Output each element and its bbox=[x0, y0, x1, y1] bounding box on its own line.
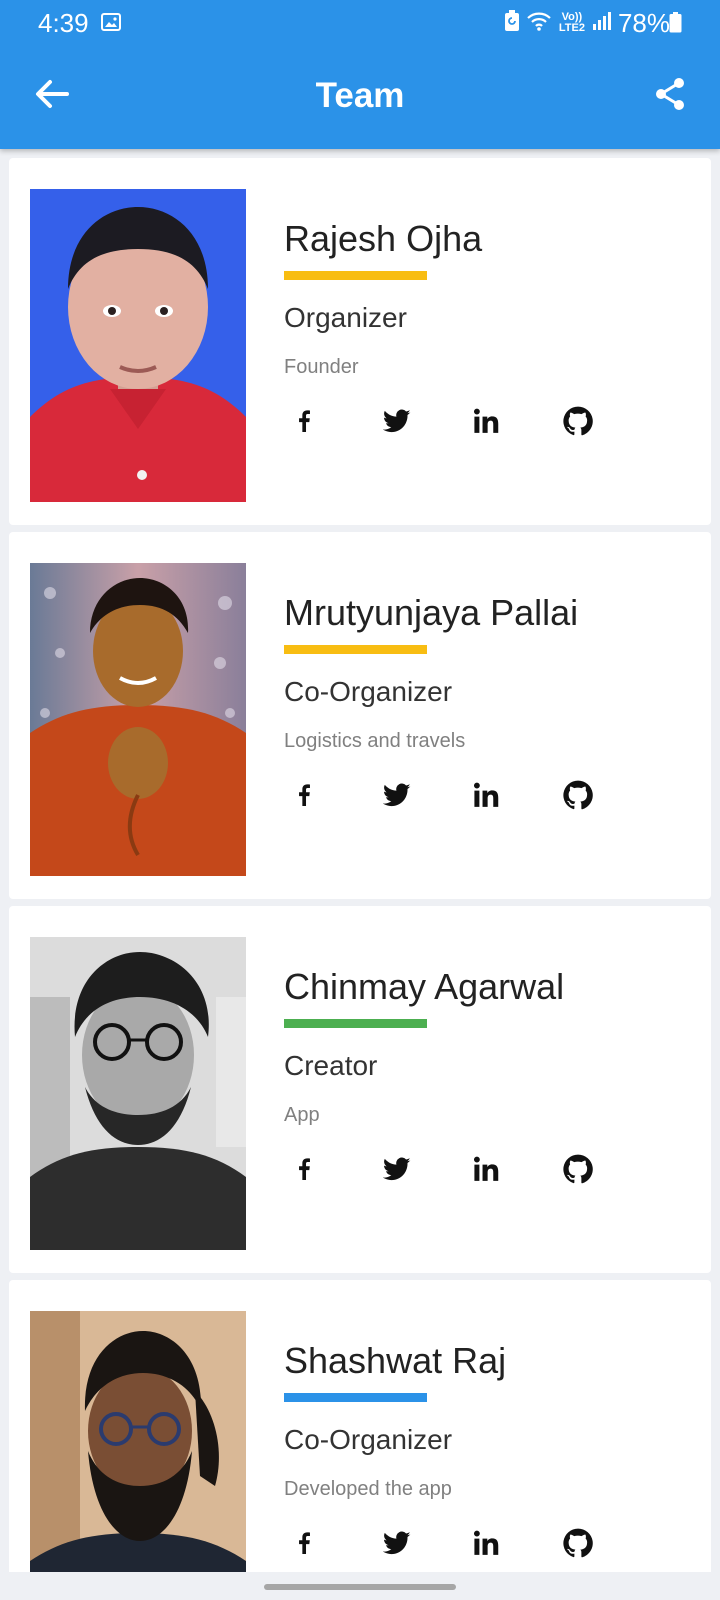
member-role: Co-Organizer bbox=[284, 1424, 453, 1455]
twitter-icon[interactable] bbox=[383, 1149, 473, 1189]
battery-saver-icon bbox=[504, 9, 520, 37]
member-info: Shashwat Raj Co-Organizer Developed the … bbox=[284, 1340, 701, 1501]
member-photo bbox=[30, 937, 246, 1250]
battery-percentage: 78% bbox=[617, 7, 670, 38]
share-button[interactable] bbox=[646, 68, 694, 124]
home-gesture-handle[interactable] bbox=[264, 1584, 456, 1590]
facebook-icon[interactable] bbox=[293, 1149, 383, 1189]
gallery-notification-icon bbox=[101, 13, 121, 31]
app-bar: 4:39 Vo)) LTE2 78% Team bbox=[0, 0, 720, 149]
linkedin-icon[interactable] bbox=[473, 401, 563, 441]
github-icon[interactable] bbox=[563, 401, 653, 441]
facebook-icon[interactable] bbox=[293, 401, 383, 441]
status-bar: 4:39 Vo)) LTE2 78% bbox=[0, 0, 720, 46]
social-links bbox=[293, 775, 653, 815]
team-member-card: Chinmay Agarwal Creator App bbox=[9, 906, 711, 1273]
facebook-icon[interactable] bbox=[293, 775, 383, 815]
twitter-icon[interactable] bbox=[383, 1523, 473, 1563]
team-member-card: Rajesh Ojha Organizer Founder bbox=[9, 158, 711, 525]
toolbar: Team bbox=[0, 46, 720, 149]
team-list[interactable]: Rajesh Ojha Organizer Founder Mrutyunjay… bbox=[0, 149, 720, 1572]
member-role: Co-Organizer bbox=[284, 676, 453, 707]
member-name: Shashwat Raj bbox=[284, 1340, 507, 1381]
member-role: Organizer bbox=[284, 302, 407, 333]
social-links bbox=[293, 1149, 653, 1189]
battery-icon bbox=[669, 12, 682, 33]
member-description: Developed the app bbox=[284, 1478, 452, 1500]
linkedin-icon[interactable] bbox=[473, 1523, 563, 1563]
github-icon[interactable] bbox=[563, 775, 653, 815]
wifi-icon bbox=[526, 10, 552, 37]
social-links bbox=[293, 401, 653, 441]
member-name: Mrutyunjaya Pallai bbox=[284, 592, 579, 633]
member-description: Founder bbox=[284, 356, 359, 378]
signal-icon bbox=[592, 11, 612, 36]
status-time: 4:39 bbox=[38, 8, 89, 38]
team-member-card: Shashwat Raj Co-Organizer Developed the … bbox=[9, 1280, 711, 1572]
member-description: App bbox=[284, 1104, 320, 1126]
member-photo bbox=[30, 563, 246, 876]
social-links bbox=[293, 1523, 653, 1563]
member-name: Chinmay Agarwal bbox=[284, 966, 565, 1007]
member-photo bbox=[30, 189, 246, 502]
system-nav-bar bbox=[0, 1572, 720, 1600]
network-type-label: Vo)) LTE2 bbox=[558, 11, 585, 34]
status-indicators: Vo)) LTE2 78% bbox=[504, 6, 670, 40]
linkedin-icon[interactable] bbox=[473, 775, 563, 815]
share-icon bbox=[654, 77, 686, 116]
facebook-icon[interactable] bbox=[293, 1523, 383, 1563]
member-info: Rajesh Ojha Organizer Founder bbox=[284, 218, 701, 379]
member-info: Mrutyunjaya Pallai Co-Organizer Logistic… bbox=[284, 592, 701, 753]
accent-bar bbox=[284, 1393, 427, 1402]
member-description: Logistics and travels bbox=[284, 730, 466, 752]
accent-bar bbox=[284, 1019, 427, 1028]
linkedin-icon[interactable] bbox=[473, 1149, 563, 1189]
member-info: Chinmay Agarwal Creator App bbox=[284, 966, 701, 1127]
member-photo bbox=[30, 1311, 246, 1572]
page-title: Team bbox=[315, 76, 405, 115]
member-name: Rajesh Ojha bbox=[284, 218, 483, 259]
github-icon[interactable] bbox=[563, 1523, 653, 1563]
team-member-card: Mrutyunjaya Pallai Co-Organizer Logistic… bbox=[9, 532, 711, 899]
twitter-icon[interactable] bbox=[383, 401, 473, 441]
accent-bar bbox=[284, 645, 427, 654]
twitter-icon[interactable] bbox=[383, 775, 473, 815]
accent-bar bbox=[284, 271, 427, 280]
member-role: Creator bbox=[284, 1050, 378, 1081]
github-icon[interactable] bbox=[563, 1149, 653, 1189]
